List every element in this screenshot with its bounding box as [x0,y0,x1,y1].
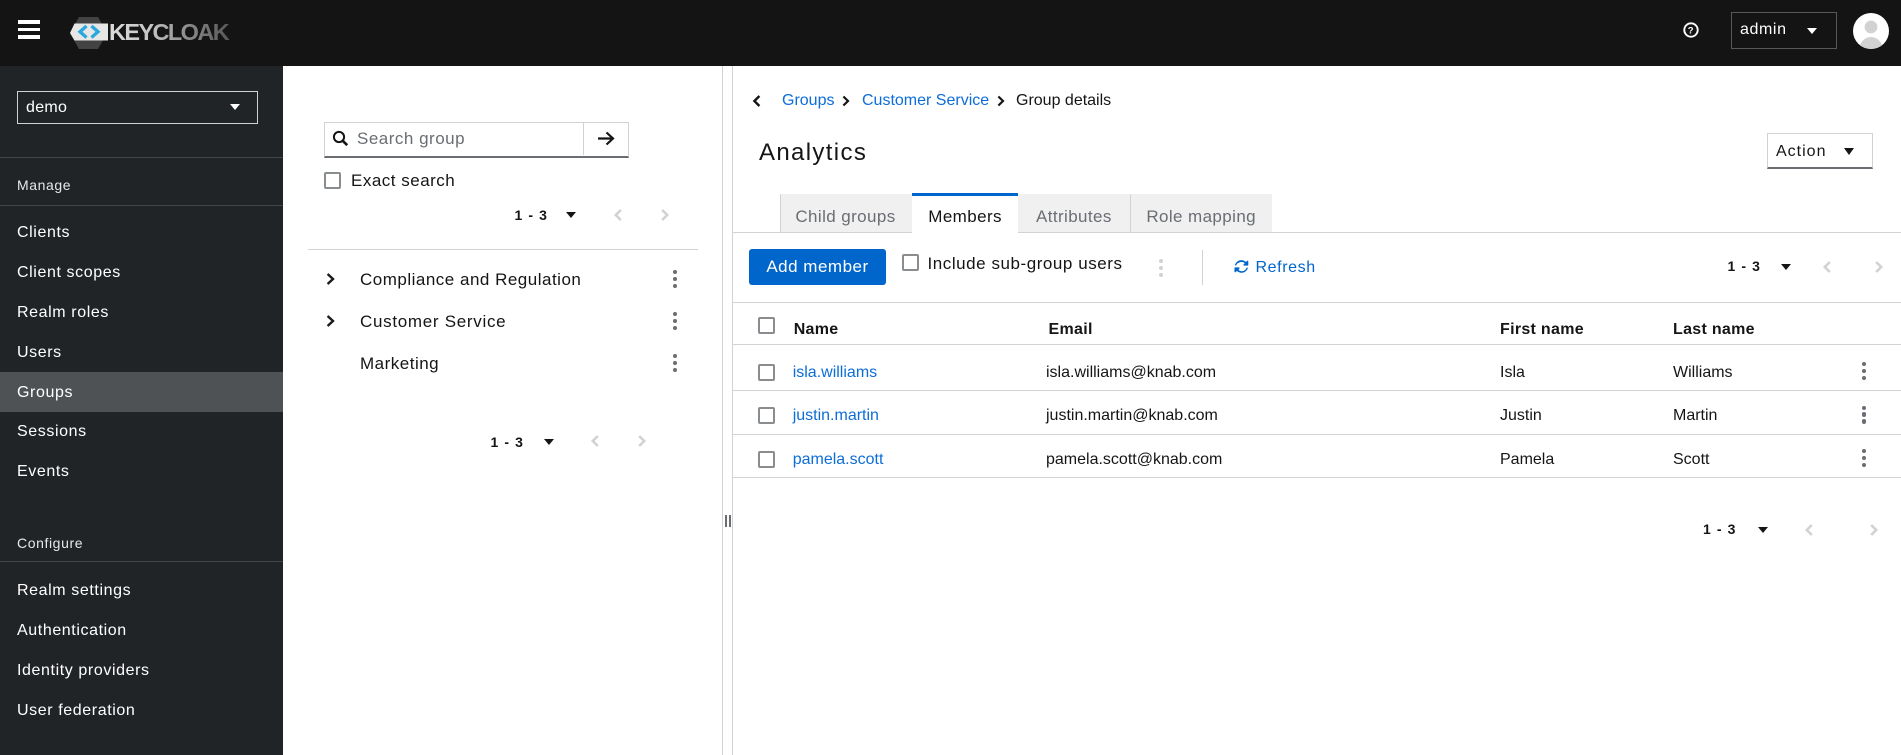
svg-text:KEYCLOAK: KEYCLOAK [109,19,230,45]
svg-text:?: ? [1688,25,1694,36]
